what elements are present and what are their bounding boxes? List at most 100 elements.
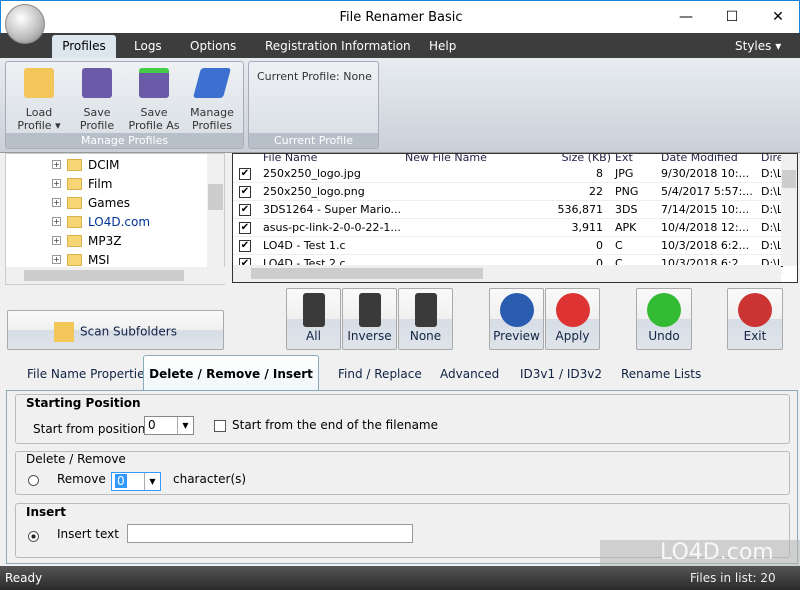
cell-dir: D:\L bbox=[761, 185, 784, 198]
scan-subfolders-button[interactable]: Scan Subfolders bbox=[7, 310, 224, 350]
tree-item[interactable]: + MP3Z bbox=[52, 231, 121, 250]
tab-profiles[interactable]: Profiles bbox=[52, 35, 116, 59]
list-vscrollbar[interactable] bbox=[781, 154, 797, 266]
column-header[interactable]: New File Name bbox=[405, 154, 487, 165]
exit-button[interactable]: Exit bbox=[727, 288, 783, 350]
table-row[interactable]: ✔ LO4D - Test 1.c 0 C 10/3/2018 6:2... D:\L bbox=[233, 237, 783, 255]
remove-count-combo[interactable]: 0 ▼ bbox=[111, 472, 161, 491]
chevron-down-icon: ▼ bbox=[177, 417, 193, 434]
close-button[interactable]: ✕ bbox=[755, 1, 800, 33]
cell-ext: PNG bbox=[615, 185, 639, 198]
start-position-combo[interactable]: 0 ▼ bbox=[144, 416, 194, 435]
tab-options[interactable]: Options bbox=[190, 39, 236, 53]
label: DCIM bbox=[88, 157, 120, 172]
column-header[interactable]: Size (KB) bbox=[543, 154, 611, 165]
folder-select-all-icon bbox=[302, 293, 325, 327]
tree-item[interactable]: + Film bbox=[52, 174, 112, 193]
start-position-label: Start from position bbox=[33, 422, 146, 436]
tab-id3[interactable]: ID3v1 / ID3v2 bbox=[520, 367, 602, 381]
styles-menu[interactable]: Styles ▾ bbox=[735, 39, 781, 53]
row-checkbox[interactable]: ✔ bbox=[239, 186, 251, 198]
cell-size: 8 bbox=[596, 167, 603, 180]
row-checkbox[interactable]: ✔ bbox=[239, 168, 251, 180]
tree-vscrollbar[interactable] bbox=[207, 154, 224, 268]
folder-icon bbox=[67, 253, 82, 266]
expand-icon[interactable]: + bbox=[52, 198, 61, 207]
tab-logs[interactable]: Logs bbox=[134, 39, 162, 53]
tree-item[interactable]: + LO4D.com bbox=[52, 212, 150, 231]
insert-text-input[interactable] bbox=[127, 524, 413, 543]
expand-icon[interactable]: + bbox=[52, 217, 61, 226]
expand-icon[interactable]: + bbox=[52, 179, 61, 188]
tree-item[interactable]: + Games bbox=[52, 193, 130, 212]
row-checkbox[interactable]: ✔ bbox=[239, 204, 251, 216]
title-bar: File Renamer Basic — ☐ ✕ bbox=[0, 0, 800, 33]
preview-button[interactable]: Preview bbox=[489, 288, 544, 350]
preview-icon bbox=[499, 293, 534, 327]
tab-delete-remove-insert[interactable]: Delete / Remove / Insert bbox=[143, 355, 319, 391]
label: Preview bbox=[493, 329, 540, 343]
label: None bbox=[409, 329, 442, 343]
cell-ext: APK bbox=[615, 221, 637, 234]
tab-advanced[interactable]: Advanced bbox=[440, 367, 499, 381]
table-row[interactable]: ✔ asus-pc-link-2-0-0-22-1... 3,911 APK 10/4/… bbox=[233, 219, 783, 237]
floppy-icon bbox=[82, 68, 112, 98]
column-header[interactable]: File Name bbox=[263, 154, 317, 165]
minimize-button[interactable]: — bbox=[663, 1, 709, 33]
status-bar: Ready Files in list: 20 bbox=[0, 566, 800, 590]
folder-icon bbox=[67, 234, 82, 247]
tab-rename-lists[interactable]: Rename Lists bbox=[621, 367, 701, 381]
tree-hscrollbar[interactable] bbox=[6, 267, 226, 284]
row-checkbox[interactable]: ✔ bbox=[239, 222, 251, 234]
ribbon: Load Profile ▾ Save Profile Save Profile As… bbox=[0, 58, 800, 153]
expand-icon[interactable]: + bbox=[52, 160, 61, 169]
cell-size: 536,871 bbox=[557, 203, 604, 216]
table-row[interactable]: ✔ 3DS1264 - Super Mario... 536,871 3DS 7/14/… bbox=[233, 201, 783, 219]
tab-registration[interactable]: Registration Information bbox=[265, 39, 411, 53]
column-header[interactable]: Date Modified bbox=[661, 154, 738, 165]
column-header[interactable]: Ext bbox=[615, 154, 633, 165]
cell-date: 5/4/2017 5:57:... bbox=[661, 185, 753, 198]
load-profile-button[interactable]: Load Profile ▾ bbox=[11, 68, 67, 132]
tab-help[interactable]: Help bbox=[429, 39, 456, 53]
tab-panel: Starting Position Start from position 0 ▼… bbox=[6, 390, 798, 564]
tab-file-name-properties[interactable]: File Name Properties bbox=[27, 367, 151, 381]
none-button[interactable]: None bbox=[398, 288, 453, 350]
folder-none-icon bbox=[414, 293, 437, 327]
table-row[interactable]: ✔ 250x250_logo.png 22 PNG 5/4/2017 5:57:... D… bbox=[233, 183, 783, 201]
group-label: Manage Profiles bbox=[6, 133, 243, 148]
remove-radio[interactable] bbox=[28, 475, 39, 486]
save-profile-button[interactable]: Save Profile bbox=[69, 68, 125, 132]
label: Profile ▾ bbox=[17, 119, 61, 132]
cell-date: 7/14/2015 10:... bbox=[661, 203, 750, 216]
label: Exit bbox=[743, 329, 767, 343]
label: Manage bbox=[190, 106, 234, 119]
table-row[interactable]: ✔ 250x250_logo.jpg 8 JPG 9/30/2018 10:... D:\… bbox=[233, 165, 783, 183]
row-checkbox[interactable]: ✔ bbox=[239, 240, 251, 252]
expand-icon[interactable]: + bbox=[52, 236, 61, 245]
all-button[interactable]: All bbox=[286, 288, 341, 350]
insert-radio[interactable] bbox=[28, 531, 39, 542]
cell-ext: JPG bbox=[615, 167, 634, 180]
label: LO4D.com bbox=[88, 214, 151, 229]
list-hscrollbar[interactable] bbox=[233, 265, 781, 282]
cell-dir: D:\L bbox=[761, 167, 784, 180]
manage-profiles-button[interactable]: Manage Profiles bbox=[184, 68, 240, 132]
cell-ext: C bbox=[615, 239, 623, 252]
folder-tree[interactable]: + DCIM + Film + Games + LO4D.com + MP3Z + MSI bbox=[5, 153, 226, 285]
label: Load bbox=[25, 106, 53, 119]
label: Film bbox=[88, 176, 113, 191]
apply-check-icon bbox=[555, 293, 590, 327]
tab-find-replace[interactable]: Find / Replace bbox=[338, 367, 422, 381]
save-profile-as-button[interactable]: Save Profile As bbox=[126, 68, 182, 132]
undo-button[interactable]: Undo bbox=[636, 288, 692, 350]
start-from-end-checkbox[interactable] bbox=[214, 420, 226, 432]
maximize-button[interactable]: ☐ bbox=[709, 1, 755, 33]
file-list[interactable]: File Name New File Name Size (KB) Ext Date M… bbox=[232, 153, 798, 283]
app-logo-button[interactable] bbox=[5, 4, 45, 44]
expand-icon[interactable]: + bbox=[52, 255, 61, 264]
apply-button[interactable]: Apply bbox=[545, 288, 600, 350]
label: MP3Z bbox=[88, 233, 122, 248]
tree-item[interactable]: + DCIM bbox=[52, 155, 120, 174]
inverse-button[interactable]: Inverse bbox=[342, 288, 397, 350]
